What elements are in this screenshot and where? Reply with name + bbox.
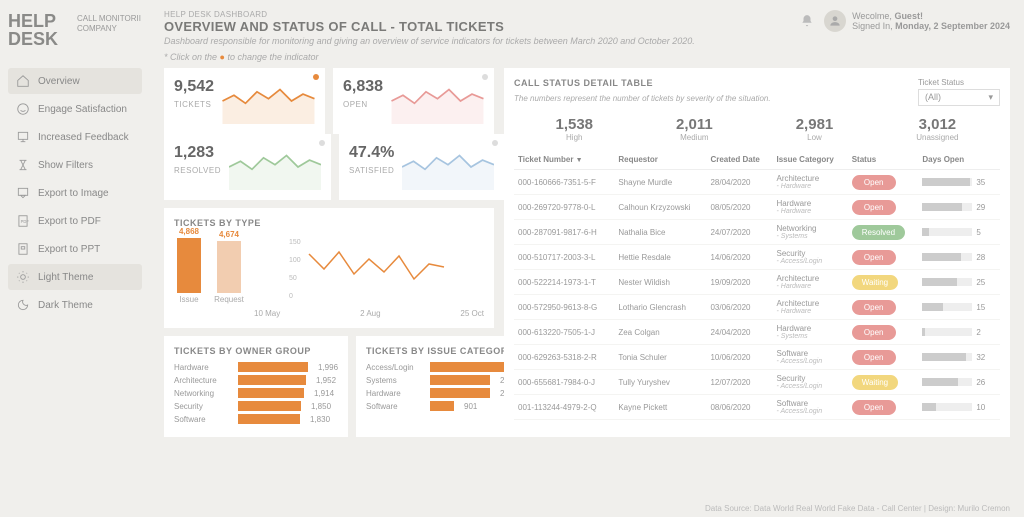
table-row[interactable]: 000-613220-7505-1-JZea Colgan24/04/2020H…: [514, 320, 1000, 345]
owner-group-panel: TICKETS BY OWNER GROUP Hardware1,996Arch…: [164, 336, 348, 437]
col-header[interactable]: Ticket Number ▼: [514, 150, 614, 170]
footer: Data Source: Data World Real World Fake …: [705, 504, 1010, 513]
status-badge: Open: [852, 400, 896, 415]
nav-item-dark-theme[interactable]: Dark Theme: [8, 292, 142, 318]
type-bar[interactable]: 4,868Issue: [174, 227, 204, 304]
nav-icon: [16, 270, 30, 284]
sparkline: [402, 144, 494, 190]
table-row[interactable]: 000-522214-1973-1-TNester Wildish19/09/2…: [514, 270, 1000, 295]
detail-panel: CALL STATUS DETAIL TABLE The numbers rep…: [504, 68, 1010, 437]
table-row[interactable]: 000-287091-9817-6-HNathalia Bice24/07/20…: [514, 220, 1000, 245]
logo-main: HELP DESK: [8, 12, 71, 48]
detail-table: Ticket Number ▼RequestorCreated DateIssu…: [514, 150, 1000, 420]
chevron-down-icon: ▾: [988, 92, 993, 103]
table-row[interactable]: 001-113244-4979-2-QKayne Pickett08/06/20…: [514, 395, 1000, 420]
status-badge: Waiting: [852, 275, 898, 290]
kpi-card[interactable]: 1,283RESOLVED: [164, 134, 331, 200]
ticket-status-filter[interactable]: Ticket Status (All)▾: [918, 78, 1000, 106]
table-row[interactable]: 000-269720-9778-0-LCalhoun Krzyzowski08/…: [514, 195, 1000, 220]
nav-icon: [16, 186, 30, 200]
type-bar[interactable]: 4,674Request: [214, 230, 244, 304]
status-badge: Open: [852, 250, 896, 265]
nav-item-export-to-ppt[interactable]: Export to PPT: [8, 236, 142, 262]
nav-icon: [16, 130, 30, 144]
status-badge: Open: [852, 175, 896, 190]
severity-stat[interactable]: 2,981Low: [796, 116, 834, 142]
svg-text:50: 50: [289, 275, 297, 282]
hbar-row[interactable]: Hardware1,996: [174, 362, 338, 372]
hbar-row[interactable]: Software1,830: [174, 414, 338, 424]
hbar-row[interactable]: Security1,850: [174, 401, 338, 411]
nav-icon: [16, 298, 30, 312]
kpi-card[interactable]: 47.4%SATISFIED: [339, 134, 504, 200]
kpi-card[interactable]: 9,542TICKETS: [164, 68, 325, 134]
nav-icon: [16, 102, 30, 116]
sparkline: [229, 144, 321, 190]
user-block[interactable]: Wecolme, Guest! Signed In, Monday, 2 Sep…: [824, 10, 1010, 32]
logo-sub: CALL MONITORII COMPANY: [77, 12, 142, 48]
page-subtitle: Dashboard responsible for monitoring and…: [164, 36, 800, 46]
hbar-row[interactable]: Architecture1,952: [174, 375, 338, 385]
hbar-row[interactable]: Networking1,914: [174, 388, 338, 398]
nav-item-export-to-image[interactable]: Export to Image: [8, 180, 142, 206]
col-header[interactable]: Days Open: [918, 150, 1000, 170]
col-header[interactable]: Issue Category: [772, 150, 847, 170]
nav-item-increased-feedback[interactable]: Increased Feedback: [8, 124, 142, 150]
avatar-icon: [824, 10, 846, 32]
indicator-hint: * Click on the ● to change the indicator: [164, 52, 1010, 62]
col-header[interactable]: Status: [848, 150, 919, 170]
nav: OverviewEngage SatisfactionIncreased Fee…: [8, 68, 142, 318]
svg-text:150: 150: [289, 239, 301, 246]
indicator-dot-icon[interactable]: [313, 74, 319, 80]
header: HELP DESK DASHBOARD OVERVIEW AND STATUS …: [164, 10, 1010, 46]
nav-item-show-filters[interactable]: Show Filters: [8, 152, 142, 178]
table-row[interactable]: 000-655681-7984-0-JTully Yuryshev12/07/2…: [514, 370, 1000, 395]
indicator-dot-icon[interactable]: [482, 74, 488, 80]
sidebar: HELP DESK CALL MONITORII COMPANY Overvie…: [0, 0, 150, 517]
indicator-dot-icon[interactable]: [492, 140, 498, 146]
status-badge: Open: [852, 300, 896, 315]
logo: HELP DESK CALL MONITORII COMPANY: [8, 12, 142, 48]
main: HELP DESK DASHBOARD OVERVIEW AND STATUS …: [150, 0, 1024, 517]
status-badge: Open: [852, 350, 896, 365]
sparkline: [222, 78, 315, 124]
kpi-card[interactable]: 6,838OPEN: [333, 68, 494, 134]
table-row[interactable]: 000-629263-5318-2-RTonia Schuler10/06/20…: [514, 345, 1000, 370]
page-title: OVERVIEW AND STATUS OF CALL - TOTAL TICK…: [164, 19, 800, 34]
status-badge: Open: [852, 200, 896, 215]
kpi-grid: 9,542TICKETS6,838OPEN1,283RESOLVED47.4%S…: [164, 68, 494, 200]
svg-text:PDF: PDF: [21, 219, 30, 224]
status-badge: Waiting: [852, 375, 898, 390]
nav-icon: [16, 158, 30, 172]
nav-item-light-theme[interactable]: Light Theme: [8, 264, 142, 290]
table-row[interactable]: 000-510717-2003-3-LHettie Resdale14/06/2…: [514, 245, 1000, 270]
col-header[interactable]: Requestor: [614, 150, 706, 170]
indicator-dot-icon[interactable]: [319, 140, 325, 146]
severity-stat[interactable]: 2,011Medium: [676, 116, 713, 142]
severity-stat[interactable]: 3,012Unassigned: [916, 116, 958, 142]
nav-icon: PDF: [16, 214, 30, 228]
nav-item-engage-satisfaction[interactable]: Engage Satisfaction: [8, 96, 142, 122]
sort-icon: ▼: [576, 157, 583, 164]
breadcrumb: HELP DESK DASHBOARD: [164, 10, 800, 19]
table-row[interactable]: 000-572950-9613-8-GLothario Glencrash03/…: [514, 295, 1000, 320]
tickets-by-type-linechart: 150 100 50 0 10 May 2 Aug 25 Oct: [254, 234, 484, 318]
tickets-by-type-panel: TICKETS BY TYPE 4,868Issue4,674Request 1…: [164, 208, 494, 328]
svg-text:100: 100: [289, 257, 301, 264]
nav-item-export-to-pdf[interactable]: PDFExport to PDF: [8, 208, 142, 234]
status-badge: Resolved: [852, 225, 905, 240]
severity-stat[interactable]: 1,538High: [555, 116, 593, 142]
notification-icon[interactable]: [800, 14, 814, 28]
svg-text:0: 0: [289, 293, 293, 300]
nav-icon: [16, 74, 30, 88]
nav-item-overview[interactable]: Overview: [8, 68, 142, 94]
sparkline: [391, 78, 484, 124]
status-badge: Open: [852, 325, 896, 340]
nav-icon: [16, 242, 30, 256]
col-header[interactable]: Created Date: [706, 150, 772, 170]
table-row[interactable]: 000-160666-7351-5-FShayne Murdle28/04/20…: [514, 170, 1000, 195]
